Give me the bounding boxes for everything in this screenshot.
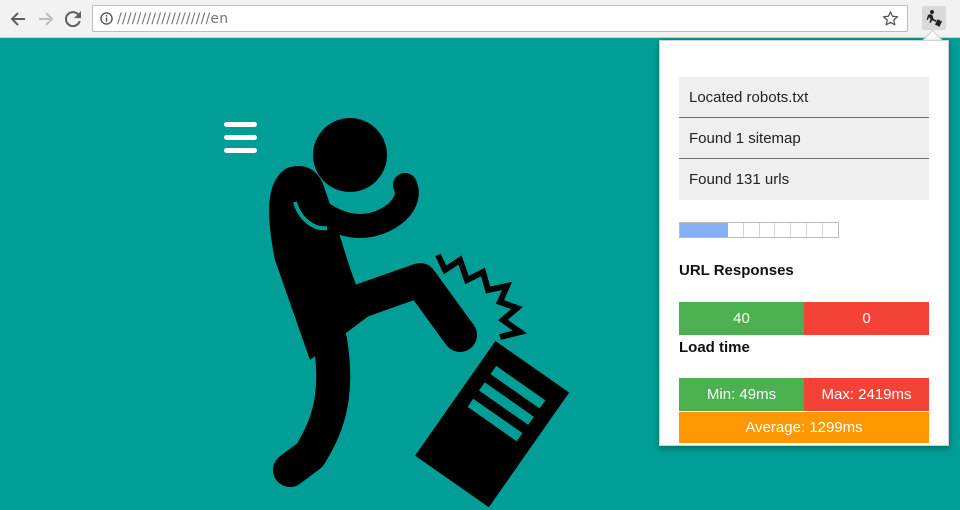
reload-icon[interactable] — [63, 9, 83, 29]
extension-icon[interactable] — [922, 6, 946, 30]
extension-popup: Located robots.txt Found 1 sitemap Found… — [659, 40, 949, 446]
kicking-computer-illustration — [269, 118, 570, 508]
min-load-time: Min: 49ms — [679, 378, 804, 411]
crawl-progress-bar — [679, 222, 839, 238]
load-time-row: Min: 49ms Max: 2419ms — [679, 378, 929, 411]
status-item-sitemap: Found 1 sitemap — [679, 118, 929, 159]
url-responses-row: 40 0 — [679, 302, 929, 335]
address-bar[interactable]: ///////////////////en — [92, 5, 908, 32]
status-list: Located robots.txt Found 1 sitemap Found… — [679, 77, 929, 200]
status-item-urls: Found 131 urls — [679, 159, 929, 200]
url-responses-title: URL Responses — [679, 262, 794, 279]
success-count: 40 — [679, 302, 804, 335]
error-count: 0 — [804, 302, 929, 335]
star-icon[interactable] — [882, 10, 899, 27]
load-time-title: Load time — [679, 339, 750, 356]
url-text[interactable]: ///////////////////en — [117, 11, 228, 27]
average-load-time: Average: 1299ms — [679, 412, 929, 443]
max-load-time: Max: 2419ms — [804, 378, 929, 411]
hamburger-menu-icon[interactable] — [224, 122, 257, 161]
back-arrow-icon[interactable] — [8, 9, 28, 29]
browser-toolbar: ///////////////////en — [0, 0, 960, 38]
forward-arrow-icon[interactable] — [36, 9, 56, 29]
info-icon[interactable] — [100, 12, 113, 25]
status-item-robots: Located robots.txt — [679, 77, 929, 118]
